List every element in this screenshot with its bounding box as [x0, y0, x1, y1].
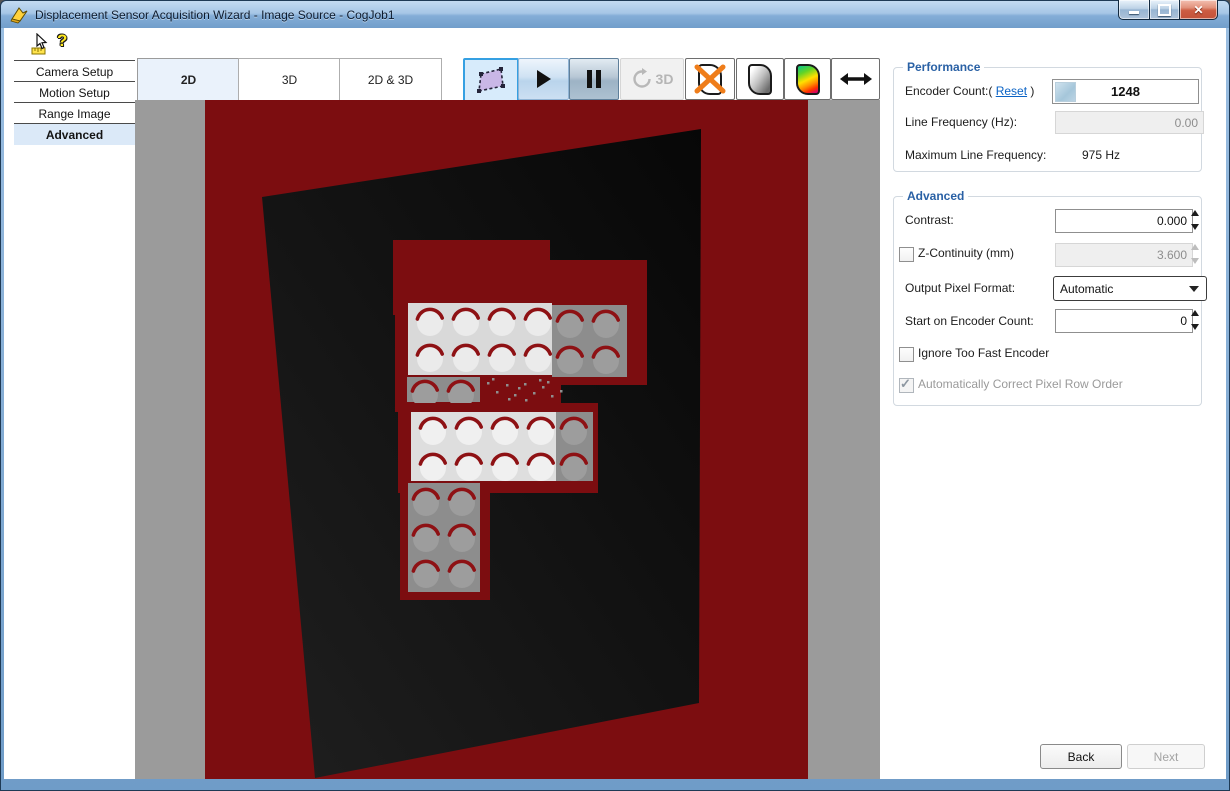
maximize-button[interactable]	[1150, 0, 1179, 20]
grayscale-image-icon	[748, 64, 772, 95]
max-line-frequency-value: 975 Hz	[1082, 148, 1120, 162]
fit-width-button[interactable]	[831, 58, 880, 100]
fit-width-icon	[840, 71, 872, 87]
spin-down-icon[interactable]	[1191, 324, 1199, 330]
app-icon	[10, 6, 28, 24]
play-icon	[536, 70, 552, 88]
start-encoder-spinner[interactable]	[1188, 310, 1201, 330]
orange-x-icon	[694, 64, 726, 94]
output-pixel-format-dropdown[interactable]: Automatic	[1053, 276, 1207, 301]
range-image-viewport[interactable]	[135, 100, 880, 779]
back-button[interactable]: Back	[1040, 744, 1122, 769]
sidebar-item-range-image[interactable]: Range Image	[14, 102, 135, 124]
region-tool-button[interactable]	[463, 58, 519, 102]
titlebar: Displacement Sensor Acquisition Wizard -…	[1, 1, 1229, 28]
contrast-field[interactable]: 0.000	[1055, 209, 1193, 233]
tab-2d[interactable]: 2D	[137, 58, 240, 102]
z-continuity-checkbox[interactable]	[899, 247, 914, 262]
line-frequency-label: Line Frequency (Hz):	[905, 115, 1017, 129]
start-encoder-count-label: Start on Encoder Count:	[905, 314, 1034, 328]
next-button: Next	[1127, 744, 1205, 769]
close-icon: ✕	[1193, 3, 1203, 17]
rotate-3d-button: 3D	[620, 58, 684, 100]
discard-image-button[interactable]	[685, 58, 735, 100]
pause-button[interactable]	[569, 58, 619, 100]
spin-up-icon[interactable]	[1191, 310, 1199, 316]
window-title: Displacement Sensor Acquisition Wizard -…	[35, 8, 395, 22]
z-continuity-field: 3.600	[1055, 243, 1193, 267]
spin-up-icon[interactable]	[1191, 210, 1199, 216]
chevron-down-icon	[1189, 286, 1199, 292]
z-continuity-spinner	[1188, 244, 1201, 264]
tab-2d-and-3d[interactable]: 2D & 3D	[339, 58, 442, 102]
minimize-button[interactable]	[1118, 0, 1150, 20]
ignore-encoder-label: Ignore Too Fast Encoder	[918, 346, 1049, 360]
advanced-group-title: Advanced	[903, 189, 968, 203]
output-pixel-format-label: Output Pixel Format:	[905, 281, 1015, 295]
z-continuity-label: Z-Continuity (mm)	[918, 246, 1014, 260]
measure-pointer-tool[interactable]	[31, 33, 55, 57]
minimize-icon	[1129, 11, 1139, 14]
encoder-activity-indicator	[1055, 82, 1076, 102]
auto-correct-label: Automatically Correct Pixel Row Order	[918, 377, 1123, 391]
maximize-icon	[1158, 4, 1171, 16]
spin-down-icon	[1191, 258, 1199, 264]
spin-up-icon	[1191, 244, 1199, 250]
max-line-frequency-label: Maximum Line Frequency:	[905, 148, 1046, 162]
ignore-encoder-checkbox[interactable]	[899, 347, 914, 362]
contrast-spinner[interactable]	[1188, 210, 1201, 230]
rotate-3d-icon	[631, 68, 653, 90]
sidebar-item-advanced[interactable]: Advanced	[14, 123, 135, 145]
tab-3d[interactable]: 3D	[238, 58, 341, 102]
line-frequency-field: 0.00	[1055, 111, 1204, 134]
encoder-count-field[interactable]: 1248	[1052, 79, 1199, 104]
performance-group-title: Performance	[903, 60, 984, 74]
encoder-reset-link[interactable]: Reset	[996, 84, 1027, 98]
play-button[interactable]	[518, 58, 569, 100]
pause-icon	[586, 70, 602, 88]
close-button[interactable]: ✕	[1179, 0, 1218, 20]
auto-correct-checkbox	[899, 378, 914, 393]
start-encoder-count-field[interactable]: 0	[1055, 309, 1193, 333]
region-tool-icon	[475, 65, 507, 95]
spin-down-icon[interactable]	[1191, 224, 1199, 230]
help-button[interactable]: ?	[57, 31, 67, 51]
encoder-count-label: Encoder Count:( Reset )	[905, 84, 1034, 98]
sidebar-item-camera-setup[interactable]: Camera Setup	[14, 60, 135, 82]
color-image-button[interactable]	[784, 58, 831, 100]
grayscale-image-button[interactable]	[736, 58, 784, 100]
sidebar-item-motion-setup[interactable]: Motion Setup	[14, 81, 135, 103]
color-image-icon	[796, 64, 820, 95]
rotate-3d-label: 3D	[656, 71, 674, 87]
contrast-label: Contrast:	[905, 213, 954, 227]
